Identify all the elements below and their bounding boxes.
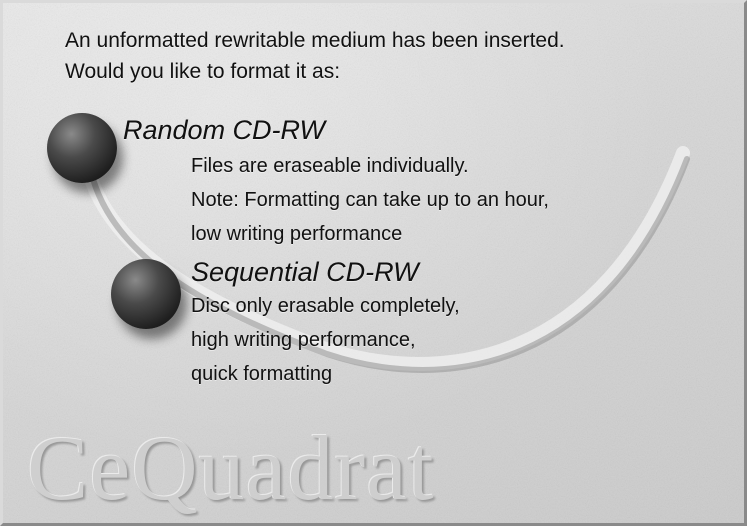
option-title[interactable]: Random CD-RW: [123, 115, 325, 146]
option-description: Disc only erasable completely, high writ…: [191, 289, 460, 391]
format-dialog: An unformatted rewritable medium has bee…: [0, 0, 747, 526]
prompt-line-2: Would you like to format it as:: [65, 60, 341, 83]
option-sequential-cd-rw[interactable]: Sequential CD-RW Disc only erasable comp…: [111, 255, 591, 391]
prompt-line-1: An unformatted rewritable medium has bee…: [65, 29, 565, 52]
sphere-icon[interactable]: [47, 113, 117, 183]
brand-logo: CeQuadrat: [27, 417, 435, 519]
option-random-cd-rw[interactable]: Random CD-RW Files are eraseable individ…: [47, 111, 667, 245]
prompt-text: An unformatted rewritable medium has bee…: [65, 25, 565, 87]
sphere-icon[interactable]: [111, 259, 181, 329]
option-description-line: Note: Formatting can take up to an hour,: [191, 189, 549, 211]
option-description-line: quick formatting: [191, 363, 333, 385]
option-description-line: Files are eraseable individually.: [191, 155, 469, 177]
option-description-line: low writing performance: [191, 223, 403, 245]
option-description-line: Disc only erasable completely,: [191, 295, 460, 317]
option-title[interactable]: Sequential CD-RW: [191, 257, 419, 288]
option-description-line: high writing performance,: [191, 329, 416, 351]
option-description: Files are eraseable individually. Note: …: [191, 149, 549, 251]
